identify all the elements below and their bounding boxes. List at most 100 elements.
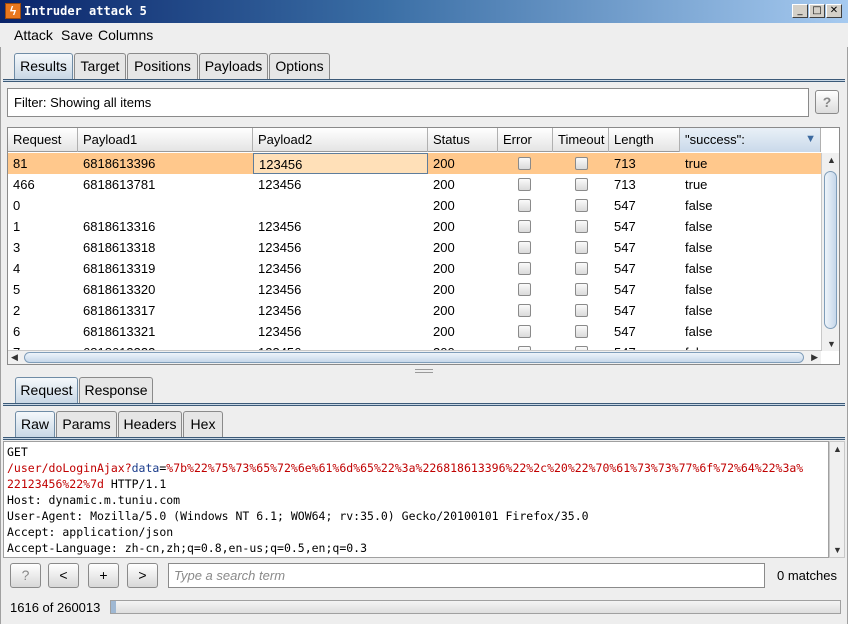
- cell-request: 81: [13, 156, 28, 171]
- tab-results[interactable]: Results: [14, 53, 73, 80]
- title-bar: ϟ Intruder attack 5 _ □ ✕: [0, 0, 848, 23]
- burp-lightning-icon: ϟ: [5, 3, 21, 19]
- table-row[interactable]: 466 6818613781 123456 200 713 true: [8, 174, 821, 195]
- error-checkbox[interactable]: [518, 325, 531, 338]
- column-header-payload1[interactable]: Payload1: [78, 128, 253, 152]
- column-header-length[interactable]: Length: [609, 128, 680, 152]
- tab-response[interactable]: Response: [79, 377, 153, 404]
- column-header-status[interactable]: Status: [428, 128, 498, 152]
- table-horizontal-scrollbar[interactable]: ◀ ▶: [8, 350, 821, 364]
- cell-status: 200: [433, 261, 455, 276]
- tab-options[interactable]: Options: [269, 53, 330, 80]
- error-checkbox[interactable]: [518, 220, 531, 233]
- filter-bar[interactable]: Filter: Showing all items: [7, 88, 809, 117]
- column-header-payload2[interactable]: Payload2: [253, 128, 428, 152]
- column-header-timeout[interactable]: Timeout: [553, 128, 609, 152]
- error-checkbox[interactable]: [518, 304, 531, 317]
- timeout-checkbox[interactable]: [575, 199, 588, 212]
- close-icon[interactable]: ✕: [826, 4, 842, 18]
- cell-payload1: 6818613316: [83, 219, 156, 234]
- error-checkbox[interactable]: [518, 178, 531, 191]
- timeout-checkbox[interactable]: [575, 241, 588, 254]
- minimize-icon[interactable]: _: [792, 4, 808, 18]
- maximize-icon[interactable]: □: [809, 4, 825, 18]
- tab-params[interactable]: Params: [56, 411, 117, 438]
- column-header-error[interactable]: Error: [498, 128, 553, 152]
- raw-vertical-scrollbar[interactable]: ▲ ▼: [829, 441, 845, 558]
- cell-payload2: 123456: [258, 219, 302, 234]
- timeout-checkbox[interactable]: [575, 157, 588, 170]
- header-user-agent: User-Agent: Mozilla/5.0 (Windows NT 6.1;…: [7, 509, 589, 523]
- tab-hex[interactable]: Hex: [183, 411, 223, 438]
- progress-status: 1616 of 260013: [10, 600, 101, 615]
- cell-success: false: [685, 219, 713, 234]
- error-checkbox[interactable]: [518, 199, 531, 212]
- search-previous-button[interactable]: <: [48, 563, 79, 588]
- table-row[interactable]: 1 6818613316 123456 200 547 false: [8, 216, 821, 237]
- timeout-checkbox[interactable]: [575, 283, 588, 296]
- tab-raw[interactable]: Raw: [15, 411, 55, 438]
- cell-success: false: [685, 282, 713, 297]
- table-header: Request Payload1 Payload2 Status Error T…: [8, 128, 821, 152]
- timeout-checkbox[interactable]: [575, 220, 588, 233]
- cell-length: 547: [614, 324, 636, 339]
- timeout-checkbox[interactable]: [575, 304, 588, 317]
- error-checkbox[interactable]: [518, 262, 531, 275]
- scroll-left-icon[interactable]: ◀: [11, 352, 18, 363]
- tab-target[interactable]: Target: [74, 53, 126, 80]
- cell-status: 200: [433, 198, 455, 213]
- table-row[interactable]: 0 200 547 false: [8, 195, 821, 216]
- scroll-up-icon[interactable]: ▲: [827, 155, 836, 165]
- menu-bar: Attack Save Columns: [0, 23, 848, 47]
- cell-request: 0: [13, 198, 21, 213]
- column-header-success[interactable]: "success": ▼: [680, 128, 821, 152]
- scroll-right-icon[interactable]: ▶: [811, 352, 818, 363]
- attack-progress-bar: [110, 600, 841, 614]
- search-input[interactable]: [168, 563, 765, 588]
- menu-columns[interactable]: Columns: [98, 27, 153, 43]
- error-checkbox[interactable]: [518, 157, 531, 170]
- timeout-checkbox[interactable]: [575, 178, 588, 191]
- timeout-checkbox[interactable]: [575, 262, 588, 275]
- table-row[interactable]: 2 6818613317 123456 200 547 false: [8, 300, 821, 321]
- cell-payload2: 123456: [258, 261, 302, 276]
- cell-payload2: 123456: [258, 177, 302, 192]
- search-next-button[interactable]: >: [127, 563, 158, 588]
- table-row[interactable]: 5 6818613320 123456 200 547 false: [8, 279, 821, 300]
- request-url-line: /user/doLoginAjax?data=%7b%22%75%73%65%7…: [7, 461, 803, 475]
- help-button[interactable]: ?: [815, 90, 839, 114]
- cell-success: false: [685, 324, 713, 339]
- table-row[interactable]: 4 6818613319 123456 200 547 false: [8, 258, 821, 279]
- tab-positions[interactable]: Positions: [127, 53, 198, 80]
- cell-success: false: [685, 303, 713, 318]
- cell-request: 466: [13, 177, 35, 192]
- timeout-checkbox[interactable]: [575, 325, 588, 338]
- view-tab-divider: [3, 437, 845, 440]
- cell-request: 6: [13, 324, 21, 339]
- error-checkbox[interactable]: [518, 283, 531, 296]
- column-header-request[interactable]: Request: [8, 128, 78, 152]
- raw-request-editor[interactable]: GET /user/doLoginAjax?data=%7b%22%75%73%…: [3, 441, 829, 558]
- cell-payload2: 123456: [258, 303, 302, 318]
- table-vertical-scrollbar[interactable]: ▲ ▼: [821, 153, 839, 351]
- tab-request[interactable]: Request: [15, 377, 78, 404]
- table-row[interactable]: 81 6818613396 123456 200 713 true: [8, 153, 821, 174]
- search-help-button[interactable]: ?: [10, 563, 41, 588]
- tab-payloads[interactable]: Payloads: [199, 53, 268, 80]
- url-param-name: data: [131, 461, 160, 475]
- raw-scroll-down-icon[interactable]: ▼: [833, 545, 842, 555]
- cell-success: true: [685, 156, 708, 171]
- menu-save[interactable]: Save: [61, 27, 93, 43]
- error-checkbox[interactable]: [518, 241, 531, 254]
- pane-splitter-handle[interactable]: [415, 369, 433, 373]
- raw-scroll-up-icon[interactable]: ▲: [833, 444, 842, 454]
- tab-headers[interactable]: Headers: [118, 411, 182, 438]
- cell-payload1: [78, 195, 88, 216]
- search-add-button[interactable]: +: [88, 563, 119, 588]
- scroll-thumb[interactable]: [824, 171, 837, 329]
- scroll-down-icon[interactable]: ▼: [827, 339, 836, 349]
- horizontal-scroll-thumb[interactable]: [24, 352, 804, 363]
- menu-attack[interactable]: Attack: [14, 27, 53, 43]
- table-row[interactable]: 3 6818613318 123456 200 547 false: [8, 237, 821, 258]
- table-row[interactable]: 6 6818613321 123456 200 547 false: [8, 321, 821, 342]
